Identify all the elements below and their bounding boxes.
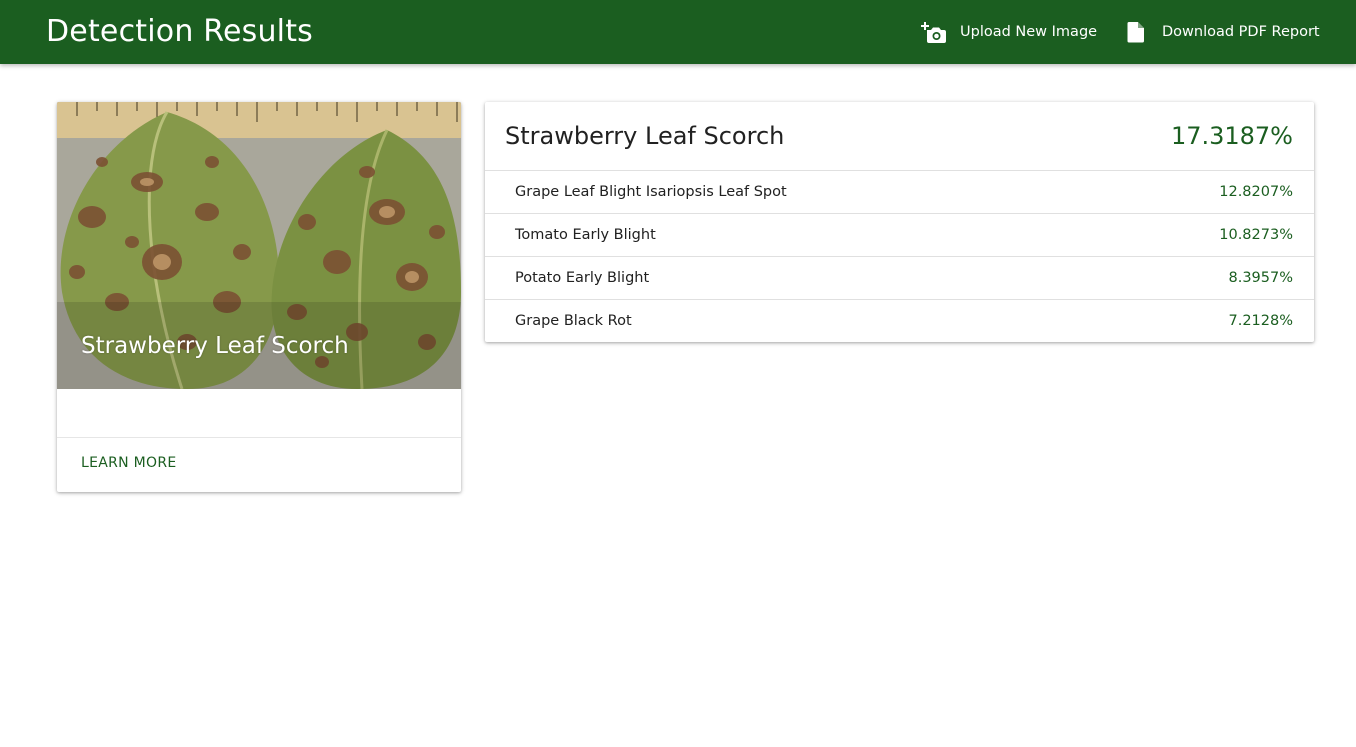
result-name: Grape Leaf Blight Isariopsis Leaf Spot bbox=[515, 184, 787, 200]
list-item: Grape Leaf Blight Isariopsis Leaf Spot 1… bbox=[485, 171, 1314, 214]
file-icon bbox=[1122, 18, 1150, 46]
results-list: Strawberry Leaf Scorch 17.3187% Grape Le… bbox=[485, 102, 1314, 342]
page-title: Detection Results bbox=[46, 14, 313, 49]
result-name: Tomato Early Blight bbox=[515, 227, 656, 243]
leaf-image-card: Strawberry Leaf Scorch LEARN MORE bbox=[57, 102, 461, 492]
result-confidence: 10.8273% bbox=[1219, 227, 1293, 243]
download-pdf-report-button[interactable]: Download PDF Report bbox=[1122, 18, 1320, 46]
result-confidence: 12.8207% bbox=[1219, 184, 1293, 200]
result-confidence: 8.3957% bbox=[1228, 270, 1293, 286]
learn-more-link[interactable]: LEARN MORE bbox=[81, 455, 177, 471]
upload-new-image-button[interactable]: Upload New Image bbox=[920, 18, 1097, 46]
card-content bbox=[57, 389, 461, 438]
list-item: Grape Black Rot 7.2128% bbox=[485, 300, 1314, 342]
upload-new-image-label: Upload New Image bbox=[960, 24, 1098, 40]
top-result-name: Strawberry Leaf Scorch bbox=[505, 122, 785, 150]
result-confidence: 7.2128% bbox=[1228, 313, 1293, 329]
list-item: Potato Early Blight 8.3957% bbox=[485, 257, 1314, 300]
image-caption: Strawberry Leaf Scorch bbox=[81, 333, 349, 359]
top-result: Strawberry Leaf Scorch 17.3187% bbox=[485, 102, 1314, 171]
top-result-confidence: 17.3187% bbox=[1170, 122, 1293, 150]
result-name: Potato Early Blight bbox=[515, 270, 650, 286]
leaf-photo: Strawberry Leaf Scorch bbox=[57, 102, 461, 389]
add-camera-icon bbox=[920, 18, 948, 46]
app-bar: Detection Results Upload New Image Downl… bbox=[0, 0, 1356, 64]
list-item: Tomato Early Blight 10.8273% bbox=[485, 214, 1314, 257]
download-pdf-report-label: Download PDF Report bbox=[1162, 24, 1320, 40]
result-name: Grape Black Rot bbox=[515, 313, 632, 329]
